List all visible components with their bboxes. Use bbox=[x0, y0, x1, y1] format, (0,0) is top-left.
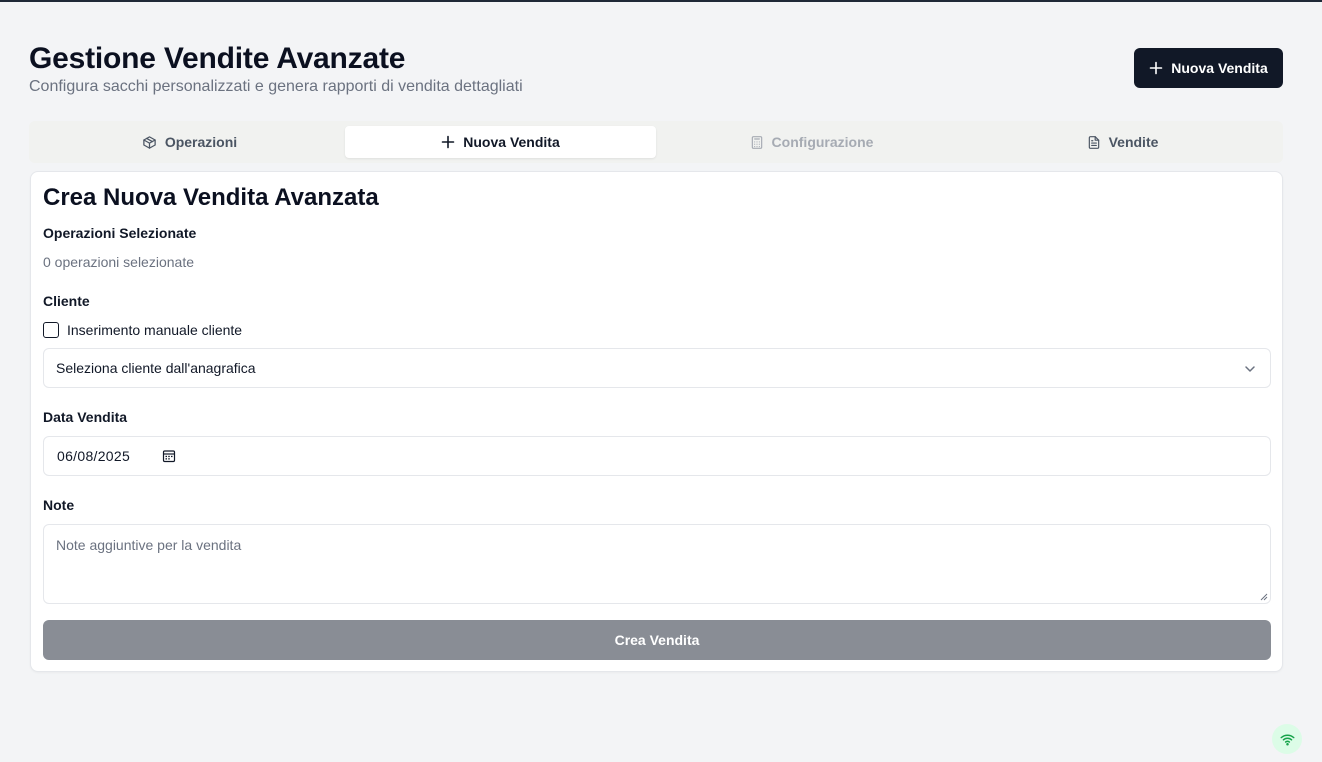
manual-client-checkbox[interactable] bbox=[43, 322, 59, 338]
date-label: Data Vendita bbox=[43, 409, 128, 425]
notes-label: Note bbox=[43, 497, 75, 513]
chevron-down-icon bbox=[1245, 366, 1255, 372]
tab-nuova-vendita[interactable]: Nuova Vendita bbox=[345, 126, 656, 158]
manual-client-toggle[interactable]: Inserimento manuale cliente bbox=[43, 321, 242, 339]
operations-label: Operazioni Selezionate bbox=[43, 225, 197, 241]
client-select[interactable]: Seleziona cliente dall'anagrafica bbox=[43, 348, 1271, 388]
plus-icon bbox=[441, 135, 455, 149]
client-label: Cliente bbox=[43, 293, 90, 309]
new-sale-button[interactable]: Nuova Vendita bbox=[1134, 48, 1283, 88]
tab-bar: Operazioni Nuova Vendita Configurazione … bbox=[29, 121, 1283, 163]
create-sale-button[interactable]: Crea Vendita bbox=[43, 620, 1271, 660]
tab-label: Nuova Vendita bbox=[463, 134, 560, 150]
notes-textarea[interactable]: Note aggiuntive per la vendita bbox=[43, 524, 1271, 604]
calendar-icon[interactable] bbox=[162, 449, 176, 463]
tab-label: Operazioni bbox=[164, 134, 238, 150]
page-subtitle: Configura sacchi personalizzati e genera… bbox=[29, 78, 523, 95]
notes-placeholder: Note aggiuntive per la vendita bbox=[56, 537, 242, 553]
page-title: Gestione Vendite Avanzate bbox=[29, 42, 406, 75]
wifi-icon bbox=[1280, 733, 1294, 745]
calculator-icon bbox=[751, 135, 762, 149]
tab-label: Vendite bbox=[1108, 134, 1159, 150]
date-field[interactable]: 06/08/2025 bbox=[43, 436, 1271, 476]
client-select-value: Seleziona cliente dall'anagrafica bbox=[56, 360, 256, 376]
tab-operazioni[interactable]: Operazioni bbox=[34, 126, 345, 158]
tab-configurazione[interactable]: Configurazione bbox=[656, 126, 967, 158]
top-border bbox=[0, 0, 1322, 2]
tab-vendite[interactable]: Vendite bbox=[967, 126, 1278, 158]
package-icon bbox=[143, 135, 156, 149]
page-header: Gestione Vendite Avanzate Configura sacc… bbox=[29, 40, 1283, 100]
new-sale-button-label: Nuova Vendita bbox=[1171, 60, 1268, 76]
file-text-icon bbox=[1088, 135, 1099, 149]
form-title: Crea Nuova Vendita Avanzata bbox=[43, 184, 379, 211]
tab-label: Configurazione bbox=[771, 134, 874, 150]
connection-status-badge[interactable] bbox=[1272, 724, 1302, 754]
date-value: 06/08/2025 bbox=[57, 448, 131, 464]
resize-handle-icon[interactable] bbox=[1259, 592, 1268, 601]
plus-icon bbox=[1149, 61, 1163, 75]
new-sale-form-card: Crea Nuova Vendita Avanzata Operazioni S… bbox=[30, 171, 1283, 672]
manual-client-checkbox-label: Inserimento manuale cliente bbox=[67, 322, 243, 338]
operations-count: 0 operazioni selezionate bbox=[43, 254, 194, 270]
